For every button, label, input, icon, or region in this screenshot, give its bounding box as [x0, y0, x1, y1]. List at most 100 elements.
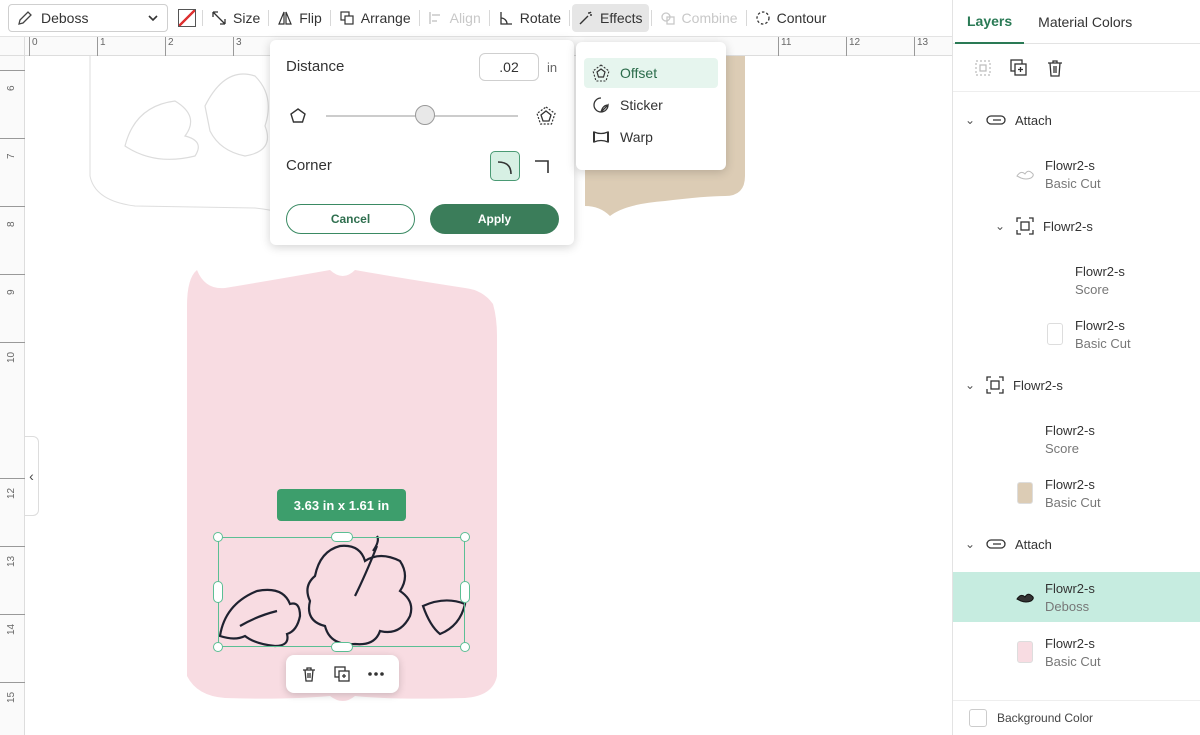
score-thumbnail	[1045, 269, 1061, 291]
effects-label: Effects	[600, 10, 643, 26]
arrange-label: Arrange	[360, 10, 411, 26]
layer-group-attach[interactable]: ⌄ Attach	[953, 524, 1200, 564]
chevron-down-icon[interactable]: ⌄	[993, 219, 1007, 233]
resize-handle-bottom[interactable]	[331, 642, 353, 652]
duplicate-icon[interactable]	[333, 665, 351, 683]
sharp-corner-button[interactable]	[528, 151, 558, 181]
duplicate-layer-icon[interactable]	[1009, 58, 1029, 78]
contour-button[interactable]: Contour	[749, 4, 833, 32]
layer-item[interactable]: Flowr2-s Basic Cut	[953, 148, 1200, 200]
ruler-tick: 11	[778, 37, 791, 56]
ruler-tick: 7	[0, 138, 25, 159]
trash-icon[interactable]	[300, 665, 318, 683]
background-color-option[interactable]: Background Color	[953, 700, 1200, 735]
group-icon[interactable]	[973, 58, 993, 78]
magic-wand-icon	[579, 11, 592, 25]
chevron-down-icon[interactable]: ⌄	[963, 378, 977, 392]
resize-handle-right[interactable]	[460, 581, 470, 603]
layer-item[interactable]: Flowr2-s Basic Cut	[953, 626, 1200, 678]
ruler-tick: 13	[0, 546, 25, 567]
layer-name: Flowr2-s	[1075, 263, 1125, 279]
more-options-icon[interactable]	[366, 665, 386, 683]
sticker-icon	[593, 97, 609, 113]
resize-handle-bottom-left[interactable]	[213, 642, 223, 652]
arrange-button[interactable]: Arrange	[333, 4, 417, 32]
toolbar-divider	[745, 10, 747, 26]
toolbar-divider	[202, 10, 203, 26]
delete-layer-icon[interactable]	[1045, 58, 1065, 78]
layer-actions	[953, 44, 1200, 92]
size-button[interactable]: Size	[205, 4, 266, 32]
distance-slider-thumb[interactable]	[415, 105, 435, 125]
layer-operation: Basic Cut	[1045, 653, 1101, 669]
resize-handle-top[interactable]	[331, 532, 353, 542]
ruler-tick: 10	[0, 342, 25, 363]
line-color-swatch[interactable]	[178, 9, 196, 27]
toolbar-divider	[488, 10, 490, 26]
layer-item[interactable]: Flowr2-s Basic Cut	[953, 308, 1200, 360]
round-corner-icon	[497, 161, 512, 175]
rotate-label: Rotate	[519, 10, 561, 26]
layer-item[interactable]: Flowr2-s Score	[953, 254, 1200, 306]
combine-button[interactable]: Combine	[654, 4, 744, 32]
align-icon	[428, 12, 440, 24]
group-layer-icon	[986, 376, 1004, 394]
resize-handle-left[interactable]	[213, 581, 223, 603]
ruler-corner	[0, 37, 25, 56]
layer-group[interactable]: ⌄ Flowr2-s	[953, 206, 1200, 246]
layer-item[interactable]: Flowr2-s Basic Cut	[953, 467, 1200, 519]
score-thumbnail	[1015, 428, 1031, 450]
layer-group-attach[interactable]: ⌄ Attach	[953, 100, 1200, 140]
align-button[interactable]: Align	[422, 4, 487, 32]
chevron-down-icon[interactable]: ⌄	[963, 537, 977, 551]
layer-name: Flowr2-s	[1045, 635, 1095, 651]
resize-handle-top-left[interactable]	[213, 532, 223, 542]
layer-operation: Score	[1075, 281, 1109, 297]
collapse-panel-toggle[interactable]: ‹	[25, 436, 39, 516]
resize-handle-bottom-right[interactable]	[460, 642, 470, 652]
layer-name: Flowr2-s	[1045, 476, 1095, 492]
layer-item[interactable]: Flowr2-s Score	[953, 413, 1200, 465]
flip-button[interactable]: Flip	[271, 4, 328, 32]
distance-input[interactable]: .02	[479, 53, 539, 81]
group-layer-icon	[1016, 217, 1034, 235]
round-corner-button[interactable]	[490, 151, 520, 181]
chevron-down-icon[interactable]: ⌄	[963, 113, 977, 127]
ruler-tick: 6	[0, 70, 25, 91]
distance-unit: in	[547, 60, 558, 75]
attach-icon	[986, 539, 1006, 549]
toolbar-divider	[329, 10, 331, 26]
resize-icon	[212, 11, 226, 25]
chevron-down-icon	[148, 15, 158, 22]
ruler-tick: 1	[97, 37, 106, 56]
white-thumbnail	[1047, 323, 1063, 345]
background-color-checkbox[interactable]	[969, 709, 987, 727]
ruler-tick: 0	[29, 37, 38, 56]
cancel-button[interactable]: Cancel	[286, 204, 415, 234]
ruler-tick: 12	[0, 478, 25, 499]
layer-operation: Basic Cut	[1075, 335, 1131, 351]
ruler-tick: 2	[165, 37, 174, 56]
resize-handle-top-right[interactable]	[460, 532, 470, 542]
layer-group[interactable]: ⌄ Flowr2-s	[953, 365, 1200, 405]
combine-icon	[660, 12, 675, 25]
arrange-icon	[340, 11, 354, 25]
effects-menu-item-warp[interactable]: Warp	[584, 122, 718, 152]
rotate-button[interactable]: Rotate	[492, 4, 567, 32]
effects-button[interactable]: Effects	[572, 4, 649, 32]
sharp-corner-icon	[535, 160, 549, 173]
toolbar-divider	[650, 10, 652, 26]
tab-layers[interactable]: Layers	[955, 0, 1025, 44]
layer-item-selected[interactable]: Flowr2-s Deboss	[953, 572, 1200, 622]
rotate-angle-icon	[500, 12, 512, 25]
tab-material-colors[interactable]: Material Colors	[1026, 0, 1132, 44]
layer-name: Attach	[1015, 536, 1052, 552]
effects-menu-item-sticker[interactable]: Sticker	[584, 90, 718, 120]
effects-menu-item-offset[interactable]: Offset	[584, 58, 718, 88]
apply-button[interactable]: Apply	[430, 204, 559, 234]
operation-select[interactable]: Deboss	[8, 4, 168, 32]
selection-box[interactable]	[218, 537, 465, 647]
ruler-tick: 8	[0, 206, 25, 227]
combine-label: Combine	[681, 10, 738, 26]
vertical-ruler: 6 7 8 9 10 12 13 14 15	[0, 56, 25, 735]
